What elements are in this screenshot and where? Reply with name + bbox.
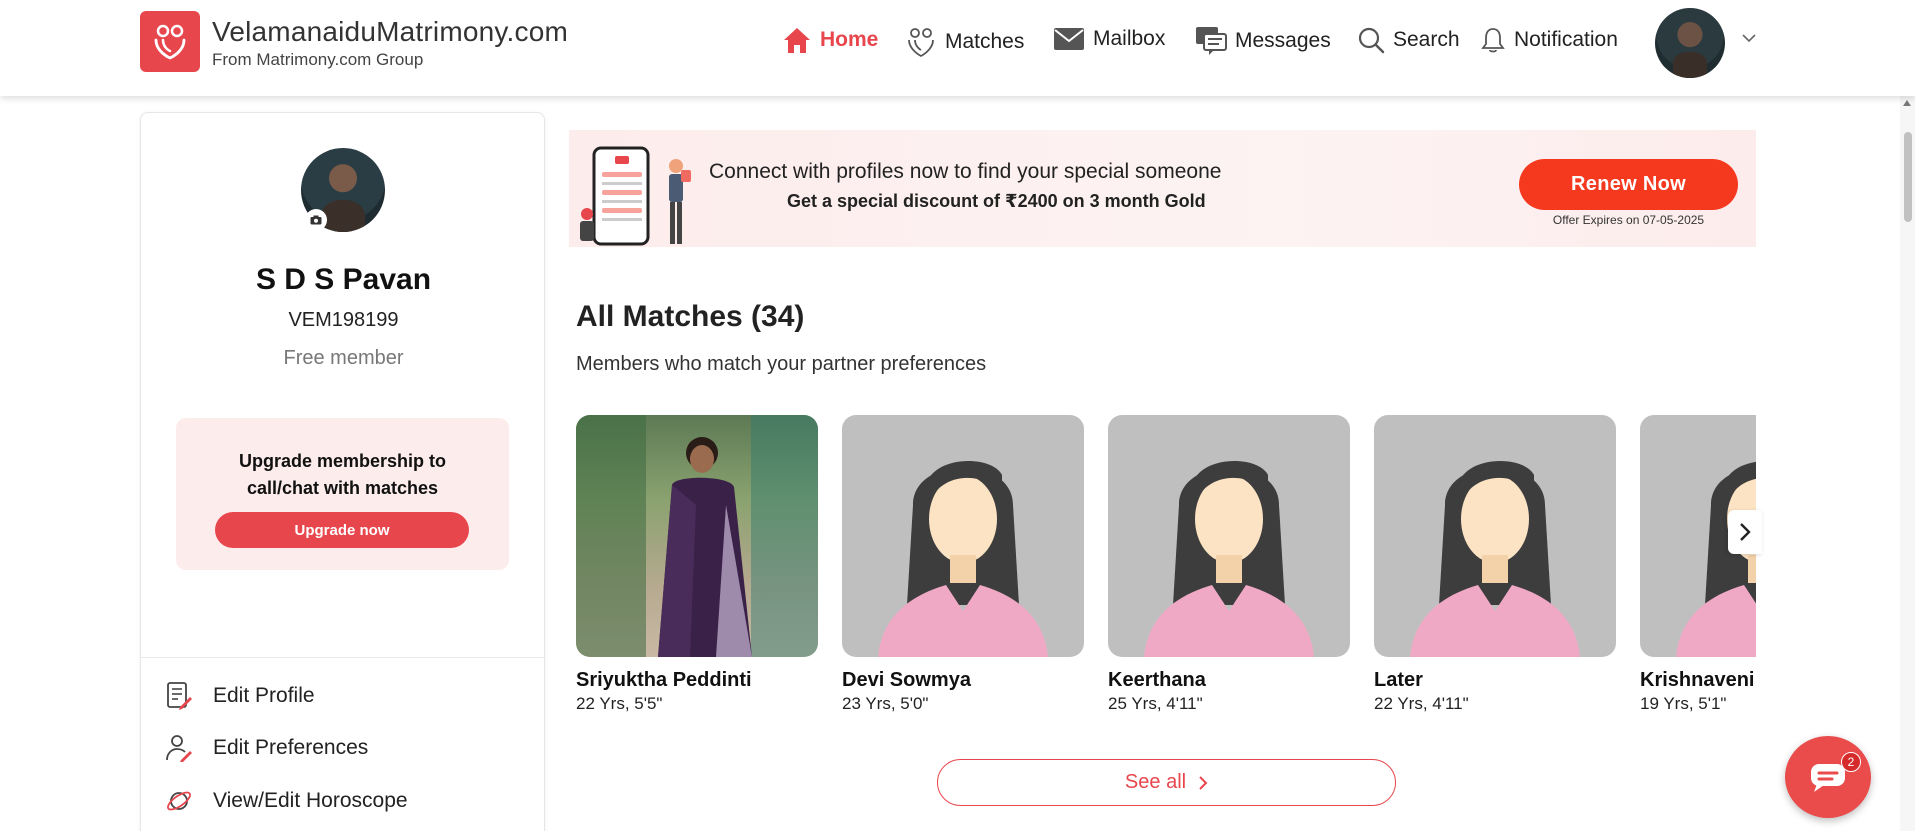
placeholder-avatar-icon[interactable]	[1108, 415, 1350, 657]
match-meta: 23 Yrs, 5'0"	[842, 694, 929, 713]
edit-preferences-icon	[166, 735, 192, 762]
match-meta: 22 Yrs, 4'11"	[1374, 694, 1469, 713]
see-all-label: See all	[1124, 771, 1187, 793]
bell-icon	[1481, 28, 1505, 53]
menu-horoscope[interactable]: View/Edit Horoscope	[165, 786, 408, 816]
menu-edit-profile-label: Edit Profile	[213, 684, 315, 707]
chat-button[interactable]	[1785, 736, 1871, 818]
messages-icon	[1196, 27, 1227, 55]
upgrade-text: Upgrade membership to call/chat with mat…	[238, 451, 447, 498]
match-meta: 19 Yrs, 5'1"	[1640, 694, 1727, 713]
chevron-right-icon	[1199, 775, 1208, 790]
nav-messages-label: Messages	[1235, 29, 1331, 52]
match-name[interactable]: Keerthana	[1108, 669, 1350, 692]
nav-messages[interactable]: Messages	[1195, 26, 1331, 56]
match-meta: 22 Yrs, 5'5"	[576, 694, 663, 713]
scrollbar-thumb[interactable]	[1904, 132, 1912, 222]
nav-mailbox[interactable]: Mailbox	[1053, 26, 1165, 52]
nav-home-label: Home	[820, 28, 879, 51]
upgrade-card: Upgrade membership to call/chat with mat…	[176, 418, 509, 570]
matches-carousel: Sriyuktha Peddinti 22 Yrs, 5'5" Devi Sow…	[576, 415, 1756, 720]
match-name[interactable]: Sriyuktha Peddinti	[576, 669, 818, 692]
brand-subtitle: From Matrimony.com Group	[212, 50, 424, 69]
scroll-up-arrow-icon[interactable]	[1903, 100, 1911, 106]
menu-edit-profile[interactable]: Edit Profile	[165, 681, 315, 711]
logo-icon	[154, 24, 186, 60]
menu-edit-preferences-label: Edit Preferences	[213, 736, 369, 759]
match-card[interactable]: Krishnaveni 19 Yrs, 5'1"	[1640, 415, 1756, 714]
nav-search[interactable]: Search	[1357, 26, 1460, 54]
phone-illustration-icon	[580, 146, 691, 246]
nav-mailbox-label: Mailbox	[1093, 27, 1166, 50]
profile-id: VEM198199	[288, 309, 399, 331]
carousel-next-button[interactable]	[1728, 510, 1762, 554]
nav-home[interactable]: Home	[782, 26, 878, 54]
renew-now-button[interactable]: Renew Now	[1519, 159, 1738, 210]
renew-banner: Connect with profiles now to find your s…	[569, 130, 1756, 247]
membership-tier: Free member	[283, 347, 404, 369]
chevron-down-icon[interactable]	[1741, 32, 1757, 44]
nav-notification-label: Notification	[1514, 28, 1618, 51]
match-card[interactable]: Keerthana 25 Yrs, 4'11"	[1108, 415, 1350, 714]
banner-discount: Get a special discount of ₹2400 on 3 mon…	[787, 191, 1206, 211]
nav-notification[interactable]: Notification	[1480, 26, 1618, 54]
matches-title: All Matches (34)	[576, 300, 805, 333]
edit-profile-icon	[167, 682, 192, 710]
match-card[interactable]: Devi Sowmya 23 Yrs, 5'0"	[842, 415, 1084, 714]
see-all-button[interactable]: See all	[937, 759, 1396, 806]
profile-sidebar: S D S Pavan VEM198199 Free member Upgrad…	[140, 112, 545, 831]
home-icon	[784, 28, 810, 53]
chat-unread-badge: 2	[1841, 752, 1861, 772]
horoscope-icon	[167, 791, 191, 811]
match-photo[interactable]	[576, 415, 818, 657]
menu-horoscope-label: View/Edit Horoscope	[213, 789, 408, 812]
banner-headline: Connect with profiles now to find your s…	[709, 160, 1222, 183]
match-card[interactable]: Sriyuktha Peddinti 22 Yrs, 5'5"	[576, 415, 818, 714]
match-meta: 25 Yrs, 4'11"	[1108, 694, 1203, 713]
upgrade-now-button[interactable]: Upgrade now	[215, 512, 469, 548]
offer-expiry: Offer Expires on 07-05-2025	[1552, 213, 1705, 227]
search-icon	[1358, 27, 1385, 54]
matches-icon	[908, 28, 934, 58]
placeholder-avatar-icon[interactable]	[1374, 415, 1616, 657]
user-avatar[interactable]	[1655, 8, 1725, 78]
brand-name[interactable]: VelamanaiduMatrimony.com	[212, 16, 568, 48]
chevron-right-icon	[1740, 523, 1751, 541]
nav-search-label: Search	[1393, 28, 1460, 51]
divider	[141, 657, 544, 658]
nav-matches-label: Matches	[945, 30, 1025, 53]
brand-logo[interactable]	[140, 11, 200, 72]
placeholder-avatar-icon[interactable]	[842, 415, 1084, 657]
nav-matches[interactable]: Matches	[905, 26, 1024, 58]
match-name[interactable]: Krishnaveni	[1640, 669, 1756, 692]
mailbox-icon	[1054, 28, 1084, 50]
top-header: VelamanaiduMatrimony.com From Matrimony.…	[0, 0, 1915, 96]
match-name[interactable]: Later	[1374, 669, 1616, 692]
match-card[interactable]: Later 22 Yrs, 4'11"	[1374, 415, 1616, 714]
profile-name: S D S Pavan	[255, 263, 432, 296]
match-name[interactable]: Devi Sowmya	[842, 669, 1084, 692]
matches-subtitle: Members who match your partner preferenc…	[576, 353, 987, 375]
menu-edit-preferences[interactable]: Edit Preferences	[165, 733, 368, 763]
camera-icon[interactable]	[305, 209, 327, 231]
